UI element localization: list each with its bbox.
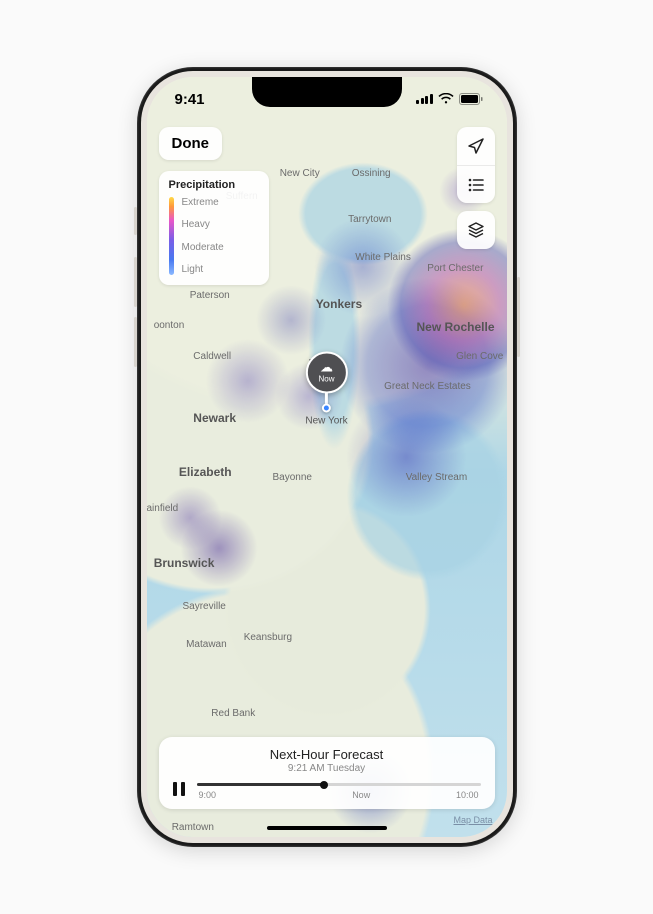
city-label: Ossining <box>352 168 391 179</box>
city-label: Ramtown <box>172 822 214 833</box>
timeline-title: Next-Hour Forecast <box>173 747 481 762</box>
city-label: Paterson <box>190 290 230 301</box>
phone-frame: 9:41 New City Ossining Suffern Tarrytown… <box>137 67 517 847</box>
city-label: ainfield <box>147 503 179 514</box>
pause-button[interactable] <box>173 782 185 801</box>
city-label: Glen Cove <box>456 351 503 362</box>
notch <box>252 77 402 107</box>
city-label: New Rochelle <box>417 320 495 334</box>
location-pin[interactable]: ☁ Now New York <box>305 351 347 426</box>
location-arrow-icon <box>467 137 485 155</box>
locations-list-button[interactable] <box>457 165 495 203</box>
user-location-dot <box>322 403 331 412</box>
home-indicator[interactable] <box>267 826 387 830</box>
legend-gradient <box>169 197 174 275</box>
city-label: Great Neck Estates <box>384 381 471 392</box>
legend-title: Precipitation <box>169 179 259 191</box>
city-label: White Plains <box>355 252 411 263</box>
pause-icon <box>173 782 185 796</box>
screen: 9:41 New City Ossining Suffern Tarrytown… <box>147 77 507 837</box>
locate-button[interactable] <box>457 127 495 165</box>
city-label: Sayreville <box>183 601 226 612</box>
cellular-icon <box>416 94 433 104</box>
done-button[interactable]: Done <box>159 127 223 160</box>
city-label: Caldwell <box>193 351 231 362</box>
city-label: Red Bank <box>211 708 255 719</box>
city-label: Keansburg <box>244 632 292 643</box>
map-attribution-link[interactable]: Map Data <box>453 815 492 825</box>
list-bullet-icon <box>467 176 485 194</box>
forecast-timeline: Next-Hour Forecast 9:21 AM Tuesday 9:00 … <box>159 737 495 809</box>
legend-level: Extreme <box>182 197 224 208</box>
legend-level: Light <box>182 264 224 275</box>
tick-end: 10:00 <box>456 790 479 800</box>
cloud-rain-icon: ☁ <box>320 361 333 374</box>
city-label: Bayonne <box>273 472 312 483</box>
tick-now: Now <box>352 790 370 800</box>
pin-location-label: New York <box>305 415 347 426</box>
city-label: Elizabeth <box>179 465 232 479</box>
precipitation-legend: Precipitation Extreme Heavy Moderate Lig… <box>159 171 269 285</box>
timeline-track[interactable] <box>197 783 481 786</box>
battery-icon <box>459 93 483 105</box>
tick-start: 9:00 <box>199 790 217 800</box>
pin-label: Now <box>318 375 334 384</box>
timeline-timestamp: 9:21 AM Tuesday <box>173 763 481 774</box>
city-label: New City <box>280 168 320 179</box>
city-label: Newark <box>193 411 236 425</box>
city-label: Brunswick <box>154 556 215 570</box>
city-label: Port Chester <box>427 263 483 274</box>
map-layers-button[interactable] <box>457 211 495 249</box>
city-label: Matawan <box>186 639 227 650</box>
city-label: Valley Stream <box>406 472 468 483</box>
legend-level: Moderate <box>182 242 224 253</box>
city-label: Tarrytown <box>348 214 391 225</box>
status-time: 9:41 <box>175 91 205 108</box>
city-label: Yonkers <box>316 297 362 311</box>
timeline-thumb[interactable] <box>320 781 328 789</box>
wifi-icon <box>438 93 454 105</box>
city-label: oonton <box>154 320 185 331</box>
legend-level: Heavy <box>182 219 224 230</box>
layers-icon <box>467 221 485 239</box>
